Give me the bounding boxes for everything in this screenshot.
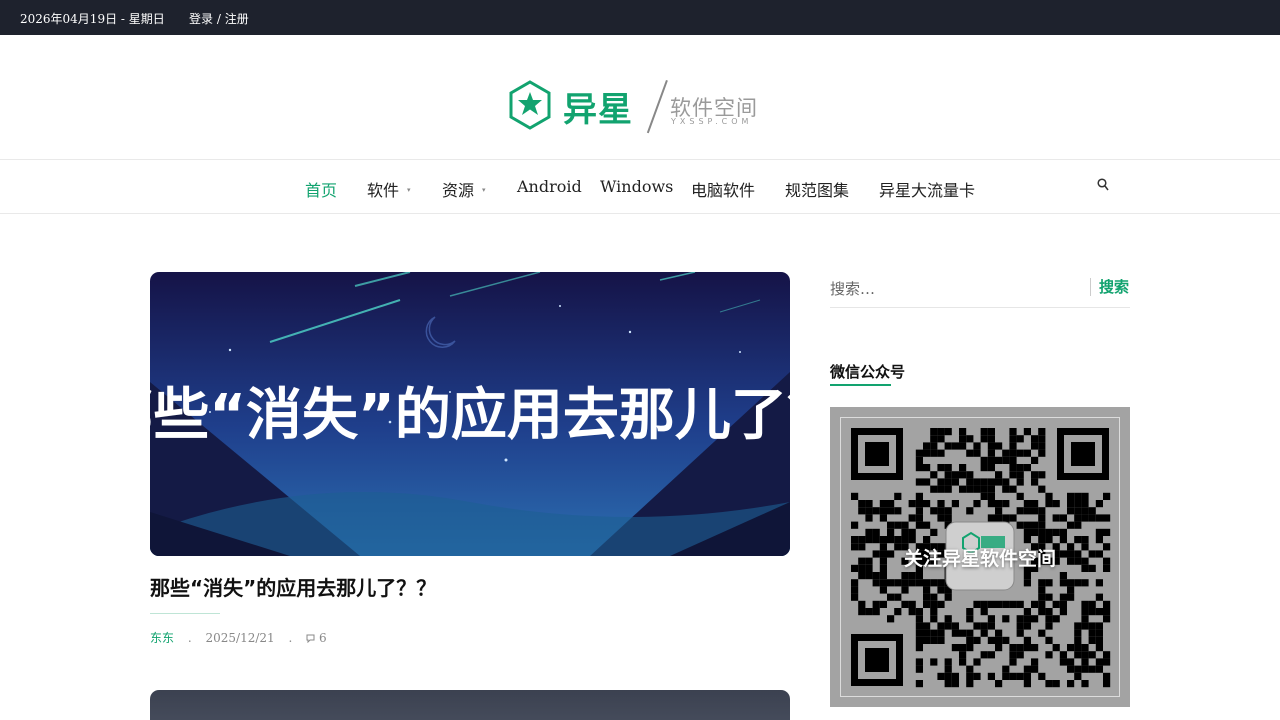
post-divider [150,613,220,614]
nav-label: 规范图集 [785,181,850,200]
login-link[interactable]: 登录 [189,12,213,26]
nav-label: Android [517,177,582,196]
qr-caption: 关注异星软件空间 [903,548,1056,570]
comment-count: 6 [318,631,327,645]
wechat-widget-title: 微信公众号 [830,363,906,381]
nav-label: Windows [600,177,674,196]
nav-item-atlas[interactable]: 规范图集 [785,177,849,201]
search-icon[interactable] [1097,178,1109,195]
meta-dot: . [288,631,293,645]
nav-item-software[interactable]: 软件 ▾ [367,177,411,201]
nav-label: 异星大流量卡 [879,181,976,200]
nav-label: 资源 [442,181,475,200]
chevron-down-icon: ▾ [407,186,411,194]
chevron-down-icon: ▾ [482,186,486,194]
nav-label: 软件 [367,181,400,200]
logo-divider [646,80,668,134]
site-logo[interactable]: 异星 软件空间 YXSSP.COM [508,78,778,134]
top-bar: 2026年04月19日 - 星期日 登录 / 注册 [0,0,1280,35]
widget-title-underline [830,384,891,386]
search-input[interactable] [830,274,1085,304]
post-title[interactable]: 那些“消失”的应用去那儿了？？ [150,572,436,601]
nav-item-pc-software[interactable]: 电脑软件 [691,177,755,201]
post-date: 2025/12/21 [205,631,275,645]
post-image-text: 那些“消失”的应用去那儿了？ [150,383,790,448]
current-date: 2026年04月19日 - 星期日 [20,12,165,26]
nav-label: 电脑软件 [691,181,756,200]
nav-item-resources[interactable]: 资源 ▾ [442,177,486,201]
post-featured-image[interactable]: 那些“消失”的应用去那儿了？ [150,272,790,556]
logo-brand-text: 异星 [563,90,633,130]
meta-dot: . [187,631,192,645]
search-button[interactable]: 搜索 [1090,278,1129,296]
sidebar-search: 搜索 [830,274,1130,308]
auth-links: 登录 / 注册 [189,10,249,27]
next-post-image[interactable] [150,690,790,720]
comment-icon [306,631,319,645]
nav-item-windows[interactable]: Windows [600,177,673,196]
nav-label: 首页 [305,181,338,200]
post-author[interactable]: 东东 [150,631,174,645]
nav-item-data-card[interactable]: 异星大流量卡 [879,177,975,201]
nav-item-home[interactable]: 首页 [305,177,337,201]
logo-domain: YXSSP.COM [671,117,753,126]
auth-separator: / [213,12,225,26]
register-link[interactable]: 注册 [225,12,249,26]
logo-hexagon-star-icon [509,80,551,130]
nav-item-android[interactable]: Android [517,177,582,196]
post-meta: 东东 . 2025/12/21 . 6 [150,629,327,646]
